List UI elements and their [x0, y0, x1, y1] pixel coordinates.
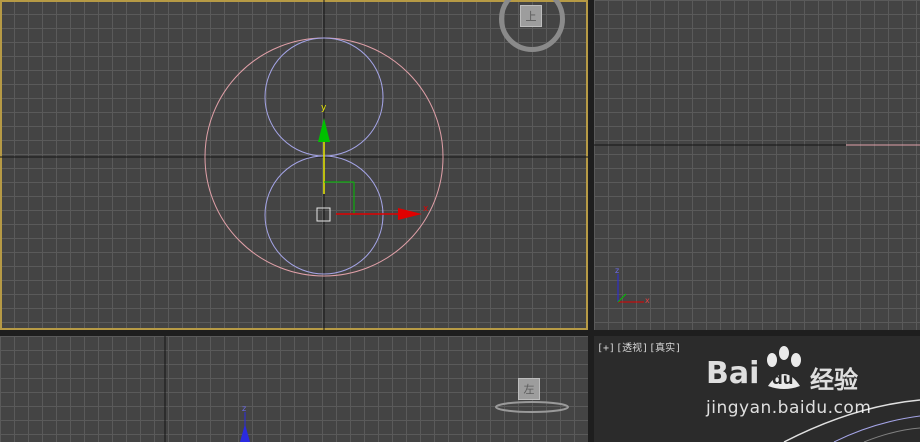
- gizmo-x-arrow: [398, 208, 422, 220]
- triad-y-axis: [617, 293, 627, 303]
- watermark-brand-suffix: du: [772, 370, 794, 388]
- baidu-watermark: Bai du 经验 jingyan.baidu.com: [706, 344, 916, 424]
- top-viewport[interactable]: y x 上: [0, 0, 588, 330]
- gizmo-x-label: x: [423, 204, 429, 214]
- watermark-url: jingyan.baidu.com: [706, 398, 872, 418]
- left-viewport[interactable]: z 左: [0, 336, 588, 442]
- viewcube-top-label: 上: [525, 10, 537, 23]
- watermark-brand-text: Bai: [706, 356, 760, 391]
- gizmo-y-arrow: [318, 118, 330, 142]
- viewcube-left-face[interactable]: 左: [518, 378, 540, 400]
- move-gizmo: [316, 118, 422, 222]
- front-viewport-canvas: z x: [594, 144, 920, 305]
- left-triad-z-label: z: [242, 404, 246, 413]
- left-triad-z-arrow: [240, 424, 250, 442]
- viewcube-left-label: 左: [523, 383, 535, 396]
- front-viewport[interactable]: z x: [594, 0, 920, 330]
- triad-x-label: x: [645, 296, 650, 305]
- left-viewport-canvas: z: [164, 336, 569, 442]
- viewcube-top-face[interactable]: 上: [520, 5, 542, 27]
- triad-z-label: z: [615, 266, 619, 275]
- watermark-service-text: 经验: [810, 366, 858, 394]
- gizmo-y-label: y: [321, 103, 327, 113]
- viewcube-left-ring: [495, 401, 569, 413]
- perspective-grid-arc: [863, 427, 920, 442]
- top-viewport-canvas: y x: [0, 0, 588, 330]
